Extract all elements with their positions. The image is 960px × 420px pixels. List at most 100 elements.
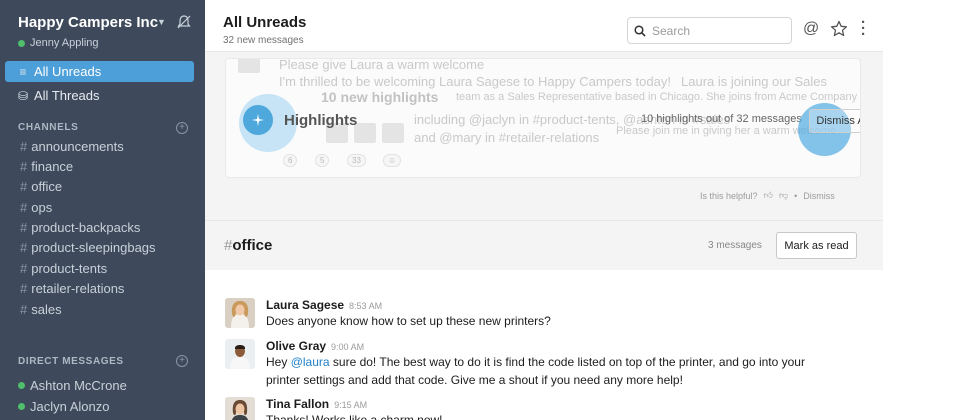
highlights-title: Highlights bbox=[284, 112, 358, 129]
ghost-text: Laura is joining our Sales bbox=[681, 74, 827, 89]
ghost-reaction: 6 bbox=[283, 154, 298, 167]
ghost-reaction: 5 bbox=[315, 154, 330, 167]
feedback-row: Is this helpful? 👍︎ 👎︎ • Dismiss bbox=[700, 190, 841, 201]
sidebar-channel-product-backpacks[interactable]: # product-backpacks bbox=[20, 220, 140, 235]
threads-icon: ⛁ bbox=[17, 88, 29, 103]
ghost-text: Please give Laura a warm welcome bbox=[279, 58, 485, 72]
sidebar-channel-product-tents[interactable]: # product-tents bbox=[20, 261, 107, 276]
search-input[interactable]: Search bbox=[627, 17, 792, 44]
ghost-reaction: 33 bbox=[347, 154, 366, 167]
message-author[interactable]: Olive Gray 9:00 AM bbox=[266, 339, 364, 353]
ghost-text: and @mary in #retailer-relations bbox=[414, 130, 600, 145]
message-text: Thanks! Works like a charm now! bbox=[266, 413, 443, 420]
sidebar-channel-product-sleepingbags[interactable]: # product-sleepingbags bbox=[20, 240, 156, 255]
channel-label: announcements bbox=[31, 139, 124, 154]
helpful-label: Is this helpful? bbox=[700, 190, 758, 201]
sidebar-channel-finance[interactable]: # finance bbox=[20, 159, 73, 174]
channel-label: ops bbox=[31, 200, 53, 215]
search-placeholder: Search bbox=[652, 23, 691, 38]
sidebar-item-label: All Threads bbox=[34, 88, 100, 103]
highlights-sparkle-icon[interactable] bbox=[243, 105, 273, 135]
channel-section-header: #office 3 messages Mark as read bbox=[205, 220, 883, 270]
chevron-down-icon[interactable]: ▼ bbox=[157, 17, 166, 27]
channel-title[interactable]: #office bbox=[224, 237, 272, 254]
channel-label: product-sleepingbags bbox=[31, 240, 156, 255]
highlights-card: Please give Laura a warm welcome I'm thr… bbox=[225, 58, 861, 178]
sidebar-channel-announcements[interactable]: # announcements bbox=[20, 139, 124, 154]
star-icon[interactable] bbox=[830, 20, 848, 38]
ghost-avatar bbox=[238, 59, 260, 73]
current-user[interactable]: Jenny Appling bbox=[18, 37, 99, 49]
sidebar-item-label: All Unreads bbox=[34, 64, 102, 79]
search-icon bbox=[634, 24, 646, 37]
ghost-text: I'm thrilled to be welcoming Laura Sages… bbox=[279, 74, 671, 89]
thumbs-up-icon[interactable]: 👍︎ bbox=[764, 190, 773, 201]
channel-message-count: 3 messages bbox=[708, 240, 762, 251]
hash-icon: # bbox=[20, 139, 28, 154]
user-mention[interactable]: @laura bbox=[291, 355, 330, 369]
hash-icon: # bbox=[20, 179, 28, 194]
hash-icon: # bbox=[20, 240, 28, 255]
presence-online-icon bbox=[18, 382, 25, 389]
hash-icon: # bbox=[20, 261, 28, 276]
sidebar-channel-sales[interactable]: # sales bbox=[20, 302, 62, 317]
dm-label: Ashton McCrone bbox=[30, 378, 127, 393]
text-fragment: sure do! The best way to do it is find t… bbox=[329, 355, 805, 369]
sidebar-dm-ashton[interactable]: Ashton McCrone bbox=[18, 378, 127, 393]
channel-name: office bbox=[232, 237, 273, 254]
ghost-heading: 10 new highlights bbox=[321, 89, 439, 105]
author-name: Tina Fallon bbox=[266, 397, 330, 411]
mentions-icon[interactable]: @ bbox=[803, 20, 819, 38]
sidebar-channel-office[interactable]: # office bbox=[20, 179, 62, 194]
presence-online-icon bbox=[18, 39, 25, 47]
dm-label: Jaclyn Alonzo bbox=[30, 399, 110, 414]
ghost-add-reaction-icon: ☺ bbox=[383, 154, 402, 167]
hash-icon: # bbox=[20, 220, 28, 235]
hash-icon: # bbox=[20, 281, 28, 296]
message-author[interactable]: Tina Fallon 9:15 AM bbox=[266, 397, 367, 411]
avatar[interactable] bbox=[225, 397, 255, 420]
channel-label: retailer-relations bbox=[31, 281, 125, 296]
dismiss-link[interactable]: Dismiss bbox=[803, 191, 835, 201]
message-author[interactable]: Laura Sagese 8:53 AM bbox=[266, 298, 382, 312]
message-time[interactable]: 8:53 AM bbox=[349, 301, 382, 311]
hash-icon: # bbox=[20, 200, 28, 215]
channels-header[interactable]: CHANNELS bbox=[18, 122, 78, 133]
message-time[interactable]: 9:00 AM bbox=[331, 342, 364, 352]
app-window: Happy Campers Inc ▼ Jenny Appling ≡ All … bbox=[0, 0, 960, 420]
message-text: Does anyone know how to set up these new… bbox=[266, 314, 551, 328]
author-name: Olive Gray bbox=[266, 339, 327, 353]
avatar[interactable] bbox=[225, 298, 255, 328]
add-channel-icon[interactable]: + bbox=[176, 122, 188, 134]
highlights-section: Please give Laura a warm welcome I'm thr… bbox=[205, 52, 883, 220]
message-text: Hey @laura sure do! The best way to do i… bbox=[266, 353, 805, 371]
channel-label: office bbox=[31, 179, 63, 194]
direct-messages-header[interactable]: DIRECT MESSAGES bbox=[18, 356, 124, 367]
message-pane: Please give Laura a warm welcome I'm thr… bbox=[205, 52, 883, 420]
thumbs-down-icon[interactable]: 👎︎ bbox=[779, 190, 788, 201]
sidebar-item-all-unreads[interactable]: ≡ All Unreads bbox=[5, 61, 194, 82]
add-dm-icon[interactable]: + bbox=[176, 355, 188, 367]
mark-as-read-button[interactable]: Mark as read bbox=[776, 232, 857, 259]
channel-header: All Unreads 32 new messages Search @ · · · bbox=[205, 0, 883, 52]
sidebar-channel-retailer-relations[interactable]: # retailer-relations bbox=[20, 281, 124, 296]
user-name: Jenny Appling bbox=[30, 37, 99, 49]
ghost-text: team as a Sales Representative based in … bbox=[456, 91, 858, 103]
more-options-icon[interactable]: · · · bbox=[861, 15, 866, 42]
highlights-count: 10 highlights out of 32 messages bbox=[641, 113, 802, 125]
message-time[interactable]: 9:15 AM bbox=[334, 400, 367, 410]
message-text: printer settings and add that code. Give… bbox=[266, 373, 683, 387]
team-name[interactable]: Happy Campers Inc bbox=[18, 14, 158, 31]
avatar[interactable] bbox=[225, 339, 255, 369]
sidebar-channel-ops[interactable]: # ops bbox=[20, 200, 52, 215]
page-title: All Unreads bbox=[223, 14, 307, 31]
dismiss-all-button[interactable]: Dismiss All bbox=[809, 109, 860, 133]
hash-icon: # bbox=[20, 159, 28, 174]
sidebar-dm-jaclyn[interactable]: Jaclyn Alonzo bbox=[18, 399, 110, 414]
author-name: Laura Sagese bbox=[266, 298, 345, 312]
sidebar-item-all-threads[interactable]: ⛁ All Threads bbox=[0, 85, 205, 106]
unreads-icon: ≡ bbox=[19, 64, 27, 79]
hash-icon: # bbox=[20, 302, 28, 317]
separator-dot: • bbox=[794, 190, 798, 201]
bell-off-icon[interactable] bbox=[176, 14, 192, 30]
